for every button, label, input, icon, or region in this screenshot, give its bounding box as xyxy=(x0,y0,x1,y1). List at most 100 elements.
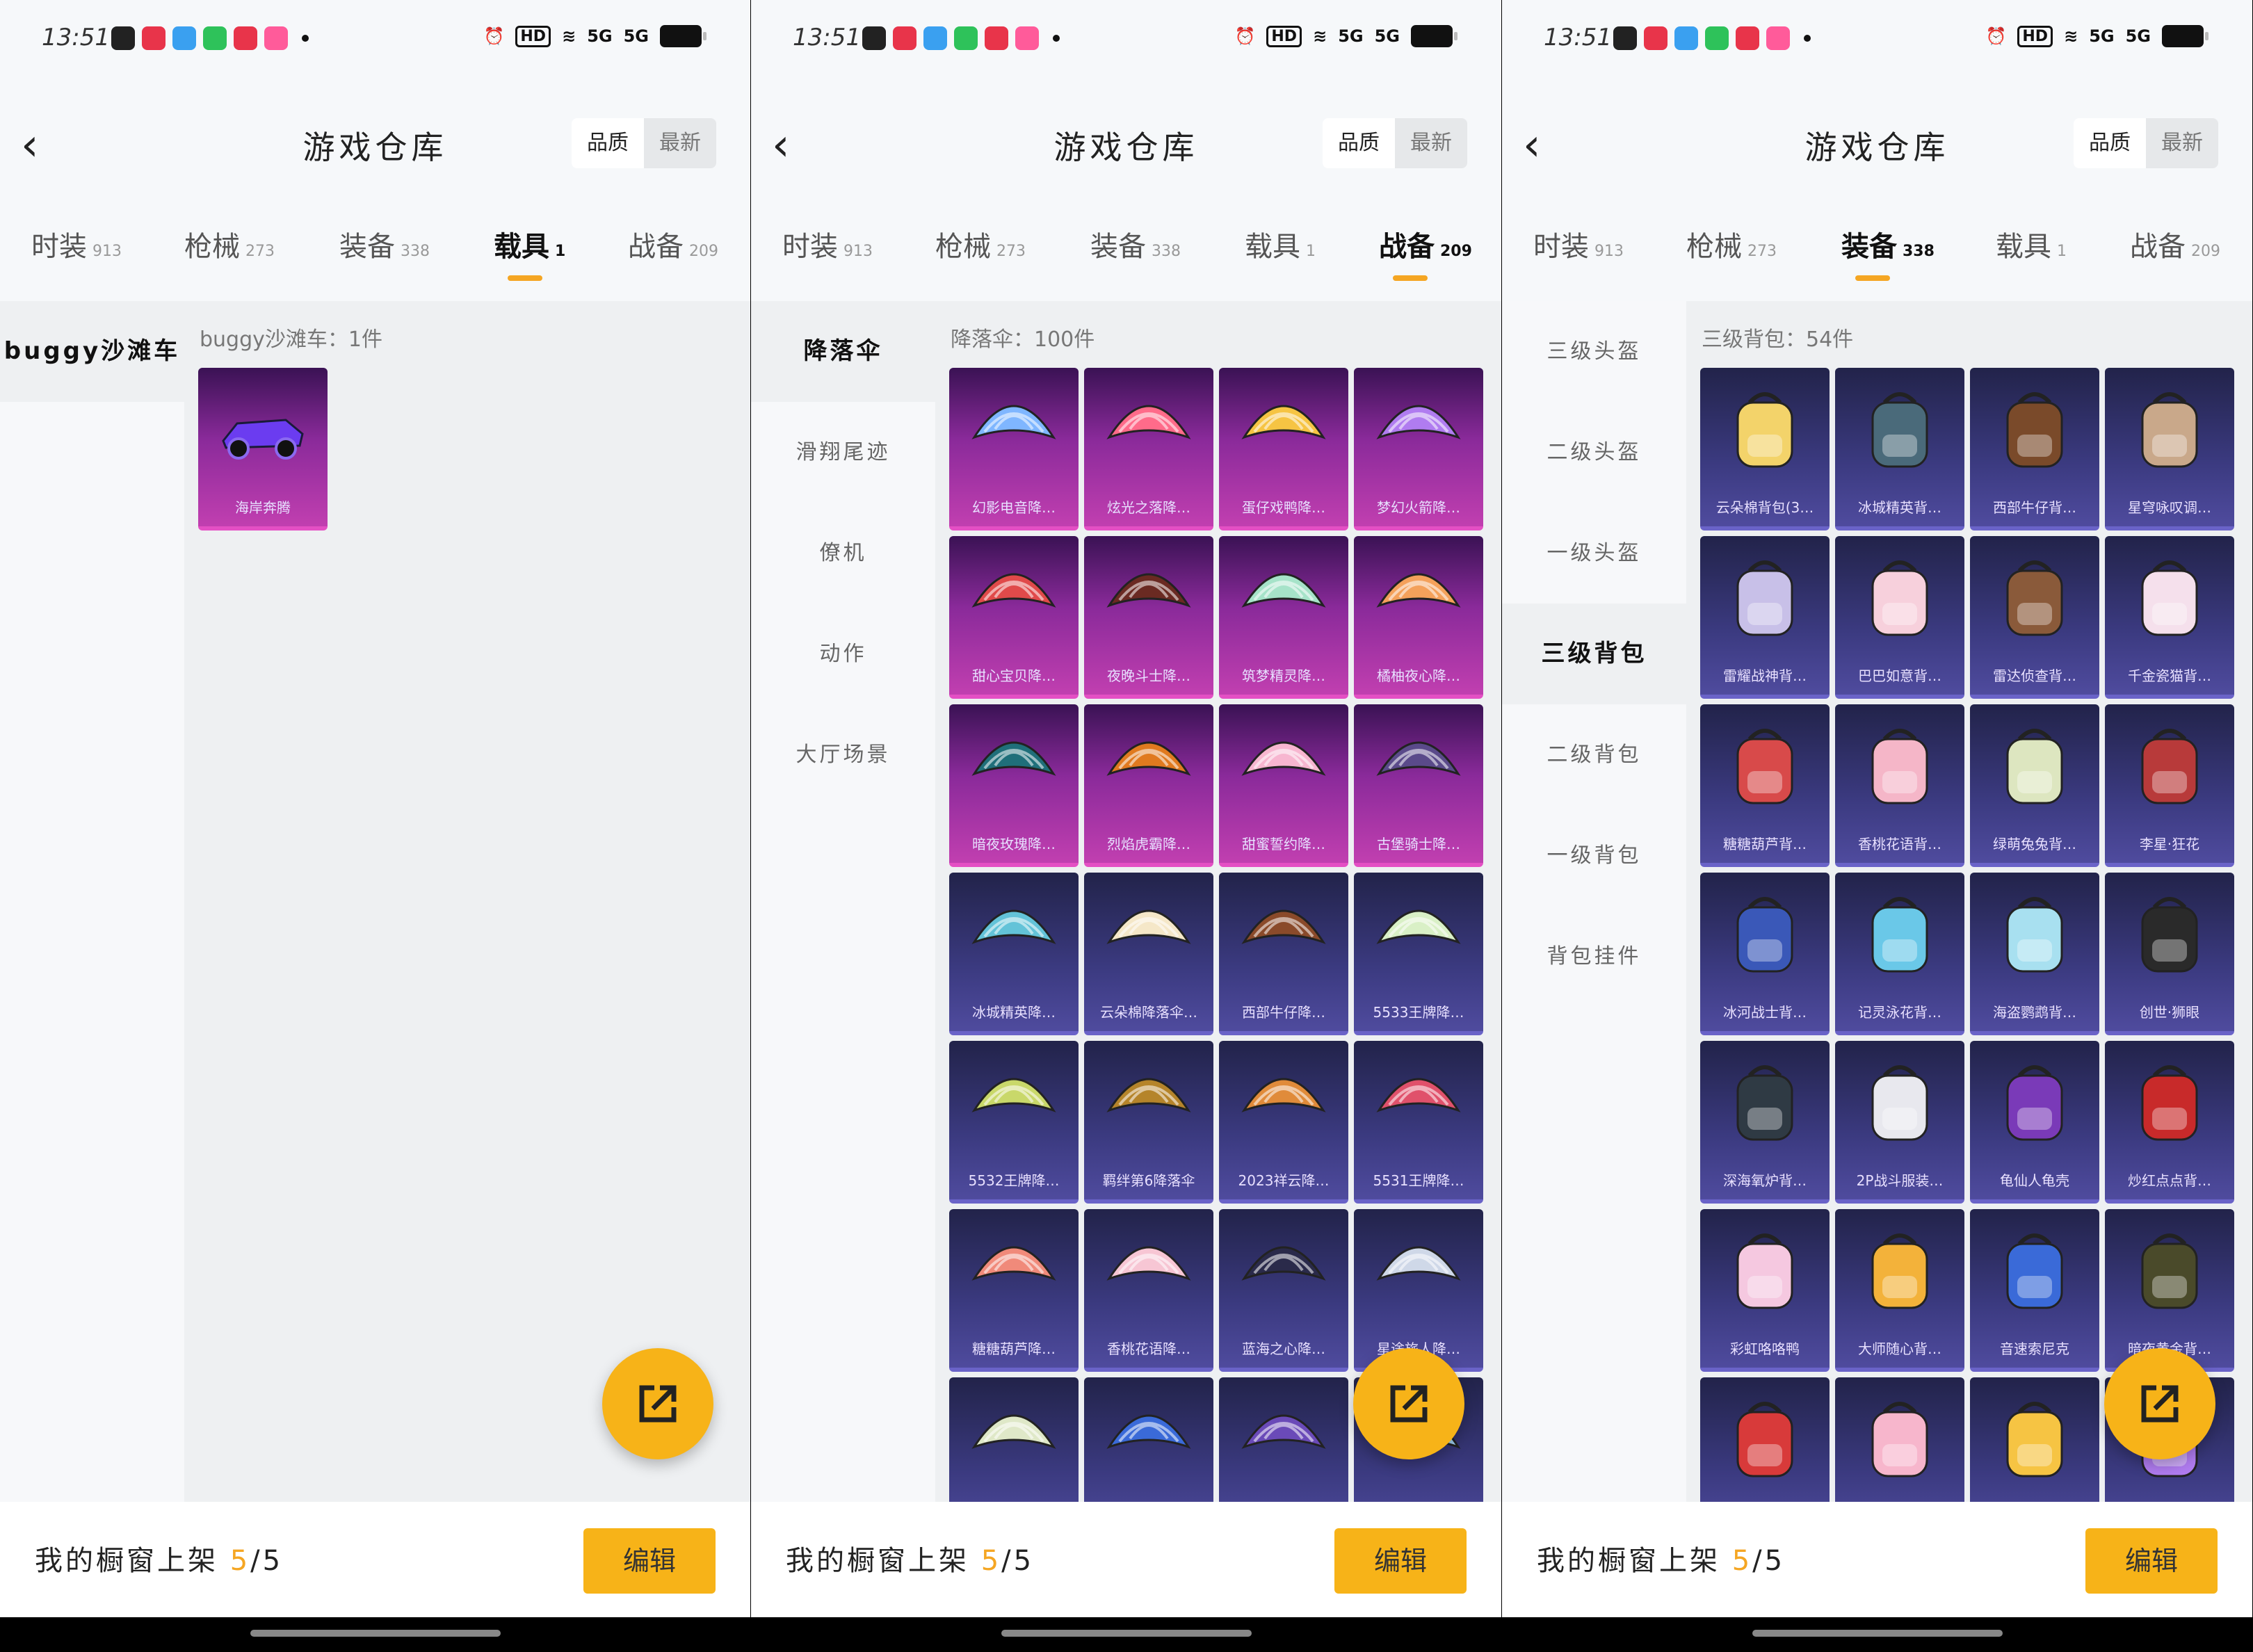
item-card[interactable]: 糖糖葫芦背… xyxy=(1700,704,1830,867)
item-card[interactable]: 云朵棉背包(3… xyxy=(1700,368,1830,531)
share-fab-button[interactable] xyxy=(1353,1348,1464,1459)
item-card[interactable]: 5532王牌降… xyxy=(949,1041,1079,1204)
item-card[interactable]: 暗夜玫瑰降… xyxy=(949,704,1079,867)
subcategory-item[interactable]: 三级头盔 xyxy=(1502,301,1686,402)
item-name: 李星·狂花 xyxy=(2139,836,2200,852)
item-card[interactable]: 筑梦精灵降… xyxy=(1219,536,1348,699)
tab-item[interactable]: 战备 209 xyxy=(628,224,718,264)
item-card[interactable]: 深海氧炉背… xyxy=(1700,1041,1830,1204)
item-card[interactable]: 龟仙人龟壳 xyxy=(1970,1041,2099,1204)
item-card[interactable]: 千金瓷猫背… xyxy=(2105,536,2234,699)
subcategory-item[interactable]: 僚机 xyxy=(751,503,935,604)
item-card[interactable]: 蛋仔戏鸭降… xyxy=(1219,368,1348,531)
item-card[interactable]: 冰河战士背… xyxy=(1700,873,1830,1035)
showcase-bar: 我的橱窗上架 5/5 编辑 xyxy=(751,1502,1501,1617)
tab-item[interactable]: 时装 913 xyxy=(782,224,873,264)
item-card[interactable]: 香桃花语背… xyxy=(1835,704,1964,867)
tab-item[interactable]: 枪械 273 xyxy=(1686,224,1777,264)
battery-icon xyxy=(1411,25,1457,47)
tab-item[interactable]: 装备 338 xyxy=(339,224,430,264)
share-fab-button[interactable] xyxy=(2104,1348,2215,1459)
item-card[interactable]: 2P战斗服装… xyxy=(1835,1041,1964,1204)
tab-item[interactable]: 时装 913 xyxy=(1533,224,1624,264)
tab-item[interactable]: 载具 1 xyxy=(1996,224,2067,264)
item-card[interactable]: 橘柚夜心降… xyxy=(1354,536,1483,699)
item-card[interactable]: 云朵棉降落伞… xyxy=(1084,873,1213,1035)
home-indicator[interactable] xyxy=(1001,1630,1252,1637)
item-card[interactable]: 音速索尼克 xyxy=(1970,1209,2099,1372)
subcategory-item[interactable]: 降落伞 xyxy=(751,301,935,402)
subcategory-item[interactable]: buggy沙滩车 xyxy=(0,301,184,402)
item-card[interactable]: 记灵泳花背… xyxy=(1835,873,1964,1035)
app-notification-icon xyxy=(985,26,1008,50)
home-indicator[interactable] xyxy=(1752,1630,2003,1637)
item-card[interactable]: 绿萌兔兔背… xyxy=(1970,704,2099,867)
item-card[interactable]: 雷耀战神背… xyxy=(1700,536,1830,699)
parachute-icon xyxy=(1241,1078,1326,1112)
tab-item[interactable]: 战备 209 xyxy=(2130,224,2220,264)
item-card[interactable]: 西部牛仔背… xyxy=(1970,368,2099,531)
tab-item[interactable]: 装备 338 xyxy=(1841,224,1935,264)
item-card[interactable]: 暗夜黄金背… xyxy=(2105,1209,2234,1372)
sort-quality-button[interactable]: 品质 xyxy=(572,118,644,168)
item-card[interactable]: 大师随心背… xyxy=(1835,1209,1964,1372)
item-card[interactable]: 西部牛仔降… xyxy=(1219,873,1348,1035)
item-card[interactable]: 5533王牌降… xyxy=(1354,873,1483,1035)
item-card[interactable]: 冰城精英背… xyxy=(1835,368,1964,531)
showcase-total: /5 xyxy=(1001,1545,1035,1577)
item-card[interactable]: 彩虹咯咯鸭 xyxy=(1700,1209,1830,1372)
tab-item[interactable]: 载具 1 xyxy=(494,224,565,264)
item-card[interactable]: 冰城精英降… xyxy=(949,873,1079,1035)
item-name: 绿萌兔兔背… xyxy=(1993,836,2076,852)
subcategory-item[interactable]: 大厅场景 xyxy=(751,704,935,805)
item-card[interactable]: 香桃花语降… xyxy=(1084,1209,1213,1372)
item-card[interactable]: 雷达侦查背… xyxy=(1970,536,2099,699)
subcategory-item[interactable]: 二级头盔 xyxy=(1502,402,1686,503)
edit-button[interactable]: 编辑 xyxy=(1334,1528,1467,1594)
item-card[interactable]: 炫光之落降… xyxy=(1084,368,1213,531)
subcategory-item[interactable]: 动作 xyxy=(751,604,935,704)
sort-newest-button[interactable]: 最新 xyxy=(2146,118,2218,168)
item-card[interactable]: 海岸奔腾 xyxy=(198,368,328,531)
item-card[interactable]: 2023祥云降… xyxy=(1219,1041,1348,1204)
sort-quality-button[interactable]: 品质 xyxy=(1323,118,1395,168)
edit-button[interactable]: 编辑 xyxy=(583,1528,716,1594)
home-indicator[interactable] xyxy=(250,1630,501,1637)
item-card[interactable]: 炒红点点背… xyxy=(2105,1041,2234,1204)
item-card[interactable]: 星途旅人降… xyxy=(1354,1209,1483,1372)
item-card[interactable]: 甜蜜誓约降… xyxy=(1219,704,1348,867)
item-card[interactable]: 梦幻火箭降… xyxy=(1354,368,1483,531)
item-card[interactable]: 蓝海之心降… xyxy=(1219,1209,1348,1372)
item-card[interactable]: 5531王牌降… xyxy=(1354,1041,1483,1204)
tab-item[interactable]: 战备 209 xyxy=(1379,224,1472,264)
edit-button[interactable]: 编辑 xyxy=(2085,1528,2218,1594)
item-card[interactable]: 夜晚斗士降… xyxy=(1084,536,1213,699)
share-external-icon xyxy=(639,1385,677,1423)
sort-newest-button[interactable]: 最新 xyxy=(644,118,716,168)
subcategory-item[interactable]: 一级背包 xyxy=(1502,805,1686,906)
item-card[interactable]: 烈焰虎霸降… xyxy=(1084,704,1213,867)
item-card[interactable]: 星穹咏叹调… xyxy=(2105,368,2234,531)
item-card[interactable]: 巴巴如意背… xyxy=(1835,536,1964,699)
item-card[interactable]: 糖糖葫芦降… xyxy=(949,1209,1079,1372)
item-card[interactable]: 幻影电音降… xyxy=(949,368,1079,531)
subcategory-item[interactable]: 一级头盔 xyxy=(1502,503,1686,604)
tab-item[interactable]: 枪械 273 xyxy=(184,224,275,264)
sort-quality-button[interactable]: 品质 xyxy=(2074,118,2146,168)
subcategory-item[interactable]: 二级背包 xyxy=(1502,704,1686,805)
share-fab-button[interactable] xyxy=(602,1348,713,1459)
tab-item[interactable]: 载具 1 xyxy=(1245,224,1316,264)
subcategory-item[interactable]: 三级背包 xyxy=(1502,604,1686,704)
item-card[interactable]: 海盗鹦鹉背… xyxy=(1970,873,2099,1035)
tab-item[interactable]: 装备 338 xyxy=(1090,224,1181,264)
tab-item[interactable]: 枪械 273 xyxy=(935,224,1026,264)
item-card[interactable]: 李星·狂花 xyxy=(2105,704,2234,867)
subcategory-item[interactable]: 滑翔尾迹 xyxy=(751,402,935,503)
item-card[interactable]: 古堡骑士降… xyxy=(1354,704,1483,867)
tab-item[interactable]: 时装 913 xyxy=(31,224,122,264)
item-card[interactable]: 甜心宝贝降… xyxy=(949,536,1079,699)
item-card[interactable]: 羁绊第6降落伞 xyxy=(1084,1041,1213,1204)
item-card[interactable]: 创世·狮眼 xyxy=(2105,873,2234,1035)
sort-newest-button[interactable]: 最新 xyxy=(1395,118,1467,168)
subcategory-item[interactable]: 背包挂件 xyxy=(1502,906,1686,1007)
